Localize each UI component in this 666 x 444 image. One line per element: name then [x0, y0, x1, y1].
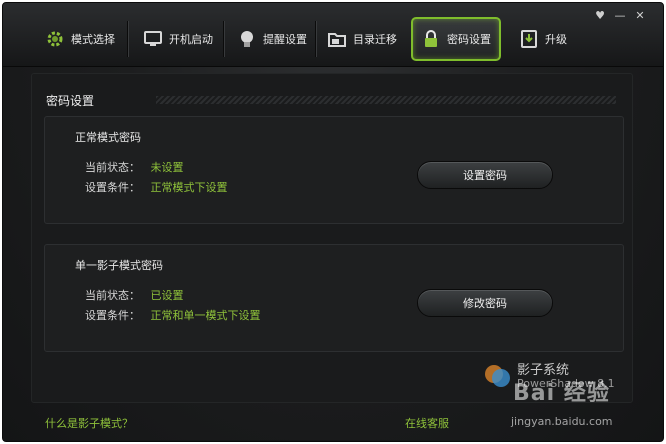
tab-password-settings[interactable]: 密码设置 [411, 17, 501, 61]
condition-value: 正常和单一模式下设置 [150, 309, 261, 322]
condition-row: 设置条件： 正常模式下设置 [85, 179, 228, 195]
tab-upgrade[interactable]: 升级 [511, 17, 575, 61]
tab-label: 开机启动 [169, 33, 213, 46]
status-value: 未设置 [150, 161, 184, 174]
normal-password-card: 正常模式密码 当前状态： 未设置 设置条件： 正常模式下设置 设置密码 [44, 116, 624, 224]
shadow-password-card: 单一影子模式密码 当前状态： 已设置 设置条件： 正常和单一模式下设置 修改密码 [44, 244, 624, 352]
brand-icon [485, 365, 510, 387]
close-button[interactable]: ✕ [633, 9, 647, 22]
tab-separator [315, 21, 316, 57]
card-title: 单一影子模式密码 [75, 259, 163, 272]
status-label: 当前状态： [85, 289, 140, 302]
password-settings-panel: 密码设置 正常模式密码 当前状态： 未设置 设置条件： 正常模式下设置 设置密码… [31, 73, 633, 403]
set-password-button[interactable]: 设置密码 [417, 161, 553, 189]
status-value: 已设置 [150, 289, 184, 302]
tab-separator [223, 21, 224, 57]
what-is-shadow-mode-link[interactable]: 什么是影子模式？ [45, 415, 133, 431]
lock-icon [421, 29, 441, 49]
gear-icon [45, 29, 65, 49]
change-password-button[interactable]: 修改密码 [417, 289, 553, 317]
title-divider [156, 96, 616, 104]
condition-row: 设置条件： 正常和单一模式下设置 [85, 307, 261, 323]
tab-directory-migration[interactable]: 目录迁移 [319, 17, 405, 61]
page-title: 密码设置 [46, 94, 95, 108]
status-row: 当前状态： 已设置 [85, 287, 184, 303]
card-title: 正常模式密码 [75, 131, 141, 144]
tab-label: 目录迁移 [353, 33, 397, 46]
tab-mode-select[interactable]: 模式选择 [37, 17, 123, 61]
status-label: 当前状态： [85, 161, 140, 174]
minimize-button[interactable]: — [613, 9, 627, 22]
monitor-icon [143, 29, 163, 49]
status-row: 当前状态： 未设置 [85, 159, 184, 175]
bulb-icon [237, 29, 257, 49]
skin-button[interactable]: ♥ [593, 9, 607, 22]
tab-reminder[interactable]: 提醒设置 [229, 17, 315, 61]
app-window: 模式选择 开机启动 提醒设置 目录迁移 密码设置 升级 ♥ — ✕ 密码设置 正… [2, 2, 664, 442]
top-tab-bar: 模式选择 开机启动 提醒设置 目录迁移 密码设置 升级 ♥ — ✕ [3, 3, 663, 67]
watermark-url: jingyan.baidu.com [511, 415, 613, 428]
condition-label: 设置条件： [85, 309, 140, 322]
tab-label: 提醒设置 [263, 33, 307, 46]
tab-separator [127, 21, 128, 57]
condition-value: 正常模式下设置 [150, 181, 228, 194]
download-icon [519, 29, 539, 49]
folder-icon [327, 29, 347, 49]
online-support-link[interactable]: 在线客服 [405, 415, 449, 431]
watermark-logo: Bai 经验 [513, 381, 610, 406]
tab-label: 升级 [545, 33, 567, 46]
tab-label: 密码设置 [447, 33, 491, 46]
tab-startup[interactable]: 开机启动 [135, 17, 221, 61]
condition-label: 设置条件： [85, 181, 140, 194]
tab-label: 模式选择 [71, 33, 115, 46]
